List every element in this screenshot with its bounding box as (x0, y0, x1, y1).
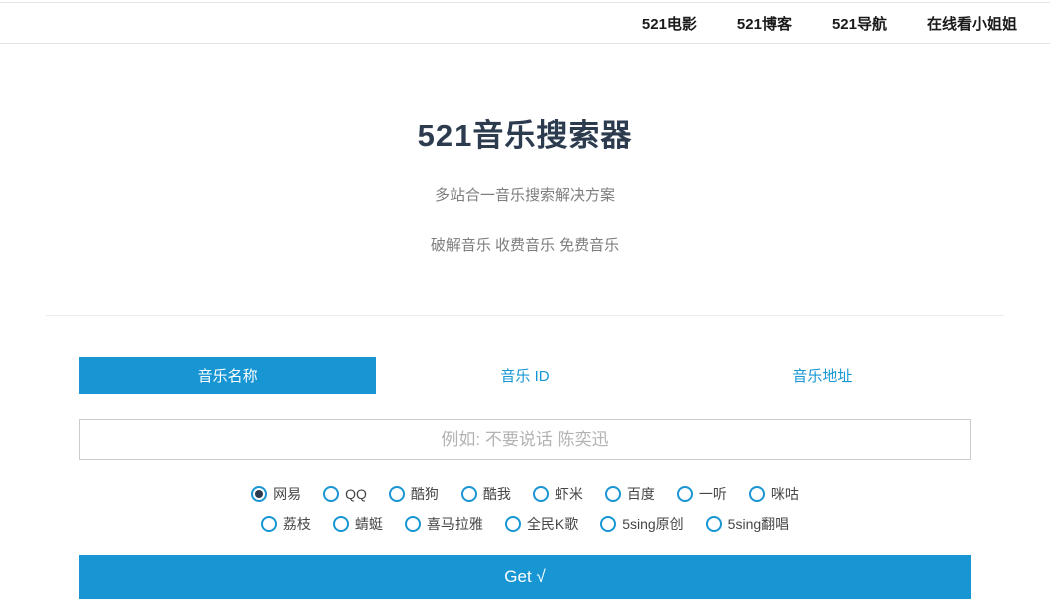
tab-music-id[interactable]: 音乐 ID (376, 357, 674, 394)
radio-label: 一听 (698, 486, 727, 502)
top-navbar: 521电影 521博客 521导航 在线看小姐姐 (0, 2, 1050, 44)
radio-label: 5sing翻唱 (727, 516, 790, 532)
radio-label: 喜马拉雅 (426, 516, 483, 532)
radio-icon (251, 486, 268, 502)
radio-label: QQ (345, 486, 367, 502)
nav-item-521-movie[interactable]: 521电影 (642, 13, 697, 34)
radio-baidu[interactable]: 百度 (604, 484, 655, 504)
source-row-1: 网易 QQ 酷狗 酷我 虾米 百度 一听 咪咕 (79, 484, 971, 504)
radio-label: 咪咕 (770, 486, 799, 502)
radio-label: 酷我 (482, 486, 511, 502)
source-row-2: 荔枝 蜻蜓 喜马拉雅 全民K歌 5sing原创 5sing翻唱 (79, 514, 971, 534)
radio-icon (676, 486, 693, 502)
radio-label: 全民K歌 (526, 516, 579, 532)
radio-icon (388, 486, 405, 502)
radio-yiting[interactable]: 一听 (676, 484, 727, 504)
radio-label: 百度 (626, 486, 655, 502)
radio-kuwo[interactable]: 酷我 (460, 484, 511, 504)
nav-item-521-blog[interactable]: 521博客 (737, 13, 792, 34)
radio-qingting[interactable]: 蜻蜓 (332, 514, 383, 534)
radio-label: 虾米 (554, 486, 583, 502)
radio-ximalaya[interactable]: 喜马拉雅 (404, 514, 483, 534)
radio-icon (323, 486, 340, 502)
radio-xiami[interactable]: 虾米 (532, 484, 583, 504)
page-title: 521音乐搜索器 (417, 118, 633, 153)
radio-label: 荔枝 (282, 516, 311, 532)
nav-item-521-navigation[interactable]: 521导航 (832, 13, 887, 34)
radio-icon (748, 486, 765, 502)
subtitle-1: 多站合一音乐搜索解决方案 (434, 187, 615, 204)
radio-migu[interactable]: 咪咕 (748, 484, 799, 504)
radio-netease[interactable]: 网易 (251, 484, 301, 504)
radio-icon (260, 516, 277, 532)
search-input[interactable] (79, 419, 971, 460)
radio-label: 蜻蜓 (354, 516, 383, 532)
get-button[interactable]: Get √ (79, 555, 971, 599)
radio-label: 5sing原创 (622, 516, 684, 532)
radio-icon (332, 516, 349, 532)
divider (46, 315, 1004, 316)
tab-music-name[interactable]: 音乐名称 (79, 357, 377, 394)
main-container: 521音乐搜索器 多站合一音乐搜索解决方案 破解音乐 收费音乐 免费音乐 音乐名… (46, 44, 1004, 599)
radio-5sing-original[interactable]: 5sing原创 (600, 514, 684, 534)
radio-icon (604, 486, 621, 502)
radio-lizhi[interactable]: 荔枝 (260, 514, 311, 534)
radio-5sing-cover[interactable]: 5sing翻唱 (705, 514, 790, 534)
radio-icon (504, 516, 521, 532)
hero-section: 521音乐搜索器 多站合一音乐搜索解决方案 破解音乐 收费音乐 免费音乐 (46, 44, 1004, 255)
nav-item-watch-online[interactable]: 在线看小姐姐 (927, 13, 1017, 34)
radio-icon (705, 516, 722, 532)
radio-kugou[interactable]: 酷狗 (388, 484, 439, 504)
search-tabs: 音乐名称 音乐 ID 音乐地址 (79, 357, 971, 394)
search-form: 音乐名称 音乐 ID 音乐地址 网易 QQ 酷狗 酷我 (46, 357, 1004, 599)
radio-icon (460, 486, 477, 502)
radio-label: 网易 (273, 486, 302, 502)
tab-music-url[interactable]: 音乐地址 (673, 357, 971, 394)
radio-qq[interactable]: QQ (323, 486, 367, 502)
radio-icon (532, 486, 549, 502)
radio-icon (404, 516, 421, 532)
radio-icon (600, 516, 617, 532)
subtitle-2: 破解音乐 收费音乐 免费音乐 (430, 237, 620, 254)
radio-label: 酷狗 (410, 486, 439, 502)
radio-quanmin-kge[interactable]: 全民K歌 (504, 514, 579, 534)
